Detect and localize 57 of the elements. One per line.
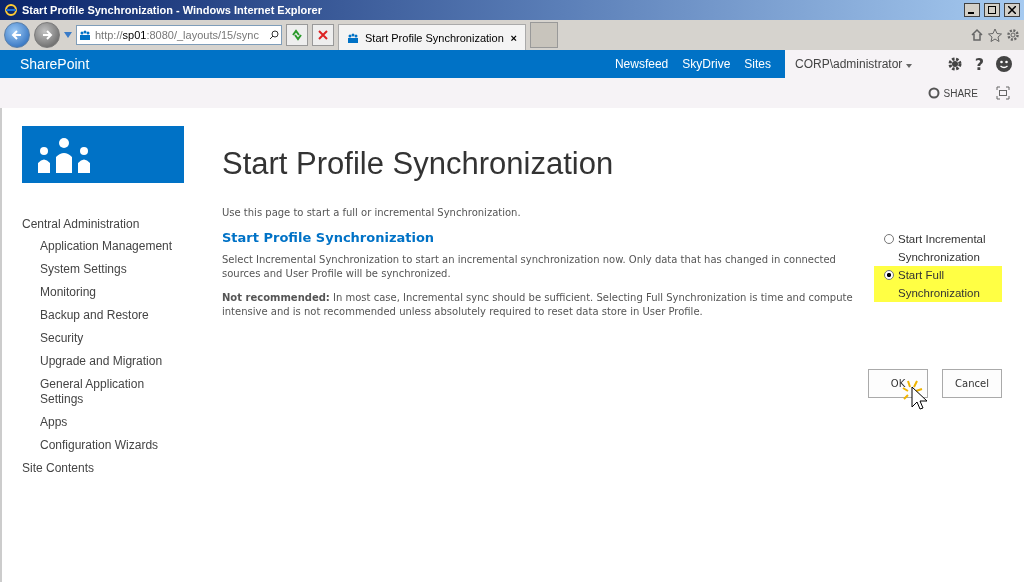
nav-link[interactable]: Upgrade and Migration <box>40 354 180 369</box>
browser-logo-icon <box>4 3 18 17</box>
site-icon <box>79 30 91 40</box>
note-text: Not recommended: In most case, Incremental sync should be sufficient. Selecting Full Synchronization is time and compute intensive and is not recommended unless absolutely required to reset data store in User Profile. <box>222 291 854 319</box>
site-icon <box>347 32 359 43</box>
focus-icon[interactable] <box>996 86 1010 100</box>
home-icon[interactable] <box>970 28 984 42</box>
smiley-icon[interactable] <box>996 56 1012 72</box>
nav-link[interactable]: Configuration Wizards <box>40 438 180 453</box>
browser-tab[interactable]: Start Profile Synchronization × <box>338 23 526 51</box>
arrow-right-icon <box>41 29 53 41</box>
nav-link[interactable]: General Application Settings <box>40 377 180 407</box>
search-icon <box>269 30 279 40</box>
refresh-icon <box>291 29 303 41</box>
description-text: Select Incremental Synchronization to start an incremental synchronization now. Only data that has changed in connected sources and User Profile will be synchronized. <box>222 253 837 281</box>
nav-link[interactable]: Central Administration <box>22 217 202 231</box>
page-title: Start Profile Synchronization <box>222 146 615 182</box>
window-title: Start Profile Synchronization - Windows Internet Explorer <box>22 4 323 16</box>
intro-text: Use this page to start a full or incremental Synchronization. <box>222 206 522 220</box>
nav-link[interactable]: Application Management <box>40 239 180 254</box>
dropdown-icon[interactable] <box>64 32 72 38</box>
refresh-button[interactable] <box>286 24 308 46</box>
radio-option[interactable]: Start Incremental Synchronization <box>874 230 1002 266</box>
arrow-left-icon <box>11 29 23 41</box>
nav-link[interactable]: System Settings <box>40 262 180 277</box>
suite-link[interactable]: Newsfeed <box>614 57 669 71</box>
site-logo[interactable] <box>22 126 184 183</box>
section-heading: Start Profile Synchronization <box>222 230 436 245</box>
share-button[interactable]: SHARE <box>927 87 978 99</box>
suite-link[interactable]: Sites <box>744 57 771 71</box>
close-button[interactable] <box>1004 3 1020 17</box>
suite-link[interactable]: SkyDrive <box>682 57 731 71</box>
back-button[interactable] <box>4 22 30 48</box>
settings-icon[interactable] <box>946 56 963 72</box>
radio-option[interactable]: Start Full Synchronization <box>874 266 1002 302</box>
ok-button[interactable]: OK <box>868 369 928 398</box>
cancel-button[interactable]: Cancel <box>942 369 1002 398</box>
stop-button[interactable] <box>312 24 334 46</box>
nav-link[interactable]: Security <box>40 331 180 346</box>
maximize-icon <box>988 6 996 14</box>
forward-button[interactable] <box>34 22 60 48</box>
stop-icon <box>318 30 328 40</box>
brand-name[interactable]: SharePoint <box>20 56 601 72</box>
close-icon <box>1008 6 1016 14</box>
nav-link[interactable]: Site Contents <box>22 461 202 475</box>
caret-icon <box>905 64 912 68</box>
maximize-button[interactable] <box>984 3 1000 17</box>
star-icon[interactable] <box>988 28 1002 42</box>
nav-link[interactable]: Monitoring <box>40 285 180 300</box>
help-icon[interactable]: ? <box>974 54 984 74</box>
address-field[interactable]: http://sp01:8080/_layouts/15/sync <box>76 25 282 45</box>
minimize-button[interactable] <box>964 3 980 17</box>
nav-link[interactable]: Backup and Restore <box>40 308 180 323</box>
nav-link[interactable]: Apps <box>40 415 180 430</box>
user-menu[interactable]: CORP\administrator <box>795 57 935 71</box>
settings-icon[interactable] <box>1006 28 1020 42</box>
share-icon <box>927 87 940 99</box>
